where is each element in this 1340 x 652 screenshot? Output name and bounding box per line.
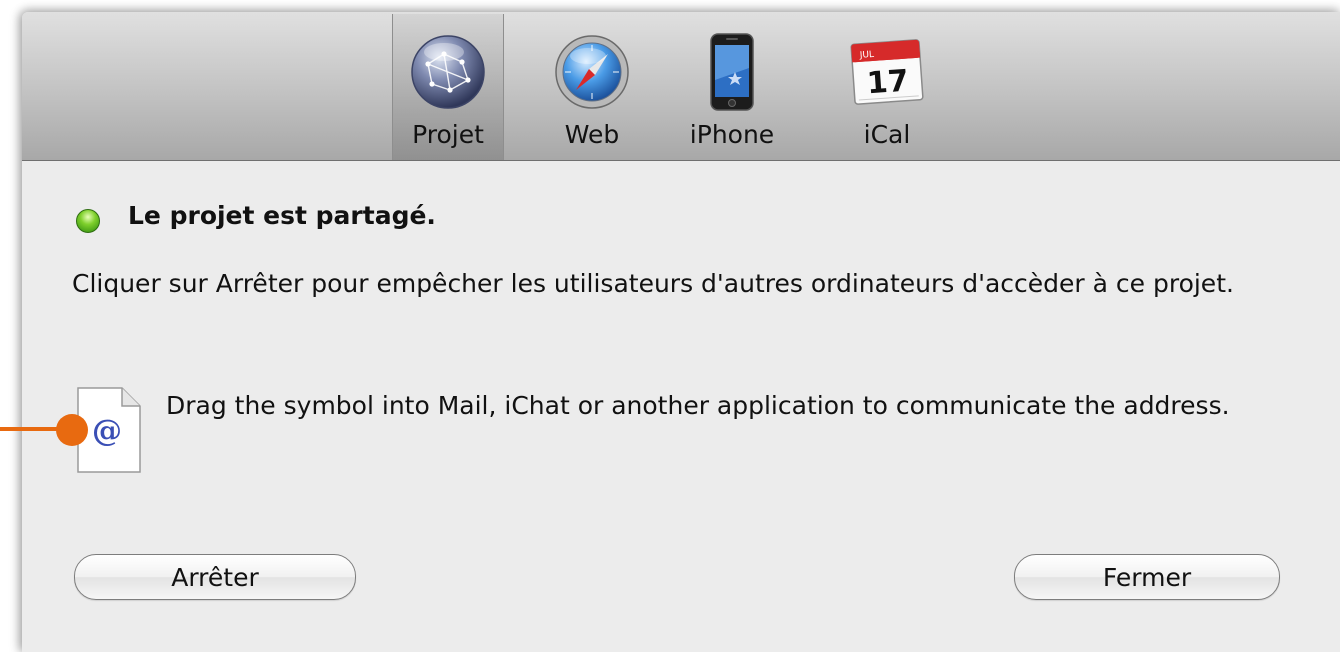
- status-indicator-icon: [76, 209, 100, 233]
- network-globe-icon: [411, 35, 485, 109]
- toolbar: Projet Web iPhone JUL 17 iCal: [22, 12, 1340, 161]
- drag-instructions: Drag the symbol into Mail, iChat or anot…: [166, 391, 1230, 420]
- svg-text:@: @: [92, 414, 122, 449]
- tab-label: iPhone: [689, 120, 775, 149]
- sharing-window: Projet Web iPhone JUL 17 iCal Le projet …: [22, 12, 1340, 652]
- tab-web[interactable]: Web: [537, 14, 647, 160]
- stop-button[interactable]: Arrêter: [74, 554, 356, 600]
- tab-label: iCal: [863, 120, 911, 149]
- close-button[interactable]: Fermer: [1014, 554, 1280, 600]
- annotation-marker: [56, 414, 88, 446]
- svg-text:17: 17: [866, 64, 910, 102]
- tab-label: Projet: [412, 120, 484, 149]
- description-text: Cliquer sur Arrêter pour empêcher les ut…: [72, 269, 1234, 298]
- tab-ical[interactable]: JUL 17 iCal: [832, 14, 942, 160]
- svg-text:JUL: JUL: [858, 50, 874, 61]
- safari-compass-icon: [555, 35, 629, 109]
- content-area: Le projet est partagé. Cliquer sur Arrêt…: [22, 161, 1340, 652]
- iphone-icon: [710, 33, 754, 111]
- status-text: Le projet est partagé.: [128, 201, 436, 230]
- tab-label: Web: [564, 120, 620, 149]
- tab-iphone[interactable]: iPhone: [672, 14, 792, 160]
- calendar-icon: JUL 17: [850, 39, 924, 105]
- tab-projet[interactable]: Projet: [392, 14, 504, 160]
